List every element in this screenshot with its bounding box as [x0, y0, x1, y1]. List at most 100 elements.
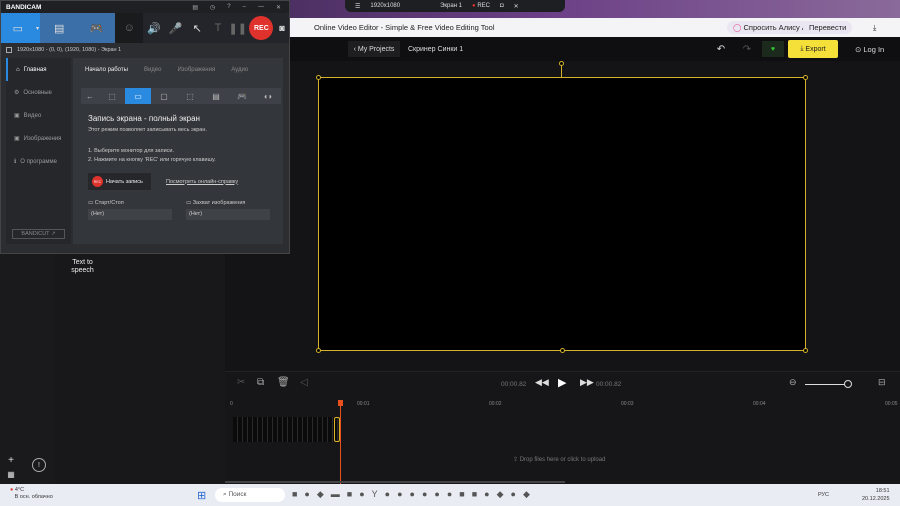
- address-bar[interactable]: Online Video Editor - Simple & Free Vide…: [290, 18, 900, 37]
- rec-button[interactable]: REC: [248, 13, 276, 43]
- translate-button[interactable]: Перевести: [803, 21, 853, 34]
- video-canvas[interactable]: [316, 75, 808, 353]
- minimize-icon[interactable]: –: [243, 4, 246, 11]
- close-icon[interactable]: ✕: [276, 4, 281, 11]
- playhead[interactable]: [340, 400, 341, 485]
- zoom-slider[interactable]: [805, 384, 847, 385]
- ruler-tick: 00:02: [489, 401, 502, 407]
- my-projects-button[interactable]: ‹ My Projects: [348, 41, 400, 57]
- tab-video[interactable]: Видео: [144, 67, 162, 73]
- ruler-tick: 00:03: [621, 401, 634, 407]
- game-mode-button[interactable]: 🎮: [77, 13, 116, 43]
- tab-images[interactable]: Изображения: [177, 67, 215, 73]
- nav-video[interactable]: ▣ Видео: [6, 104, 71, 127]
- current-time: 00:00.82: [501, 381, 527, 388]
- search-box[interactable]: ⌕ Поиск: [215, 488, 285, 502]
- back-icon[interactable]: ←: [81, 88, 99, 104]
- webcam-icon[interactable]: ☺: [115, 13, 144, 43]
- page-title: Online Video Editor - Simple & Free Vide…: [314, 23, 495, 32]
- capture-label: ▭ Захват изображения: [186, 200, 246, 206]
- undo-icon[interactable]: ↶: [714, 41, 728, 57]
- region-mode-icon[interactable]: ⬚: [99, 88, 125, 104]
- ruler-tick: 00:01: [357, 401, 370, 407]
- bandicam-logo: BANDICAM: [6, 3, 42, 11]
- target-bar[interactable]: 1920x1080 - (0, 0), (1920, 1080) - Экран…: [1, 43, 289, 57]
- online-help-link[interactable]: Посмотреть онлайн-справку: [166, 179, 238, 185]
- clock[interactable]: 18:51 20.12.2025: [862, 487, 890, 503]
- download-icon[interactable]: ⤓: [873, 23, 876, 33]
- help-icon[interactable]: !: [32, 458, 46, 472]
- speaker-icon[interactable]: 🔊: [143, 13, 165, 43]
- start-stop-label: ▭ Старт/Стоп: [88, 200, 124, 206]
- capture-hotkey[interactable]: (Нет): [186, 209, 270, 220]
- step-2: 2. Нажмите на кнопку 'REC' или горячую к…: [88, 157, 216, 163]
- bandicut-link[interactable]: BANDICUT ↗: [12, 229, 65, 239]
- rewind-icon[interactable]: ◀◀: [535, 377, 549, 388]
- split-icon[interactable]: ✂: [237, 377, 245, 388]
- language-indicator[interactable]: РУС: [818, 492, 829, 498]
- text-icon[interactable]: T: [208, 13, 228, 43]
- tab-start[interactable]: Начало работы: [85, 67, 128, 73]
- step-1: 1. Выберите монитор для записи.: [88, 148, 175, 154]
- ruler-tick: 00:04: [753, 401, 766, 407]
- audio-mode-icon[interactable]: ◖◗: [255, 88, 281, 104]
- restore-icon[interactable]: —: [258, 4, 264, 11]
- horizontal-scrollbar[interactable]: [225, 481, 565, 483]
- cursor-icon[interactable]: ↖: [186, 13, 208, 43]
- cursor-mode-icon[interactable]: ⬚: [177, 88, 203, 104]
- start-stop-hotkey[interactable]: (Нет): [88, 209, 172, 220]
- camera-icon[interactable]: ◘: [500, 3, 504, 9]
- recorder-mini-bar: ☰ 1920x1080 Экран 1 ● REC ◘ ✕: [345, 0, 565, 12]
- nav-about[interactable]: ℹ О программе: [6, 150, 71, 173]
- mic-icon[interactable]: 🎤: [165, 13, 187, 43]
- bandicam-content: Начало работы Видео Изображения Аудио ← …: [73, 58, 283, 244]
- pause-icon[interactable]: ❚❚: [228, 13, 248, 43]
- nav-home[interactable]: ⌂ Главная: [6, 58, 71, 81]
- nav-general[interactable]: ⚙ Основные: [6, 81, 71, 104]
- redo-icon[interactable]: ↷: [740, 41, 754, 57]
- ruler-tick: 0: [230, 401, 233, 407]
- duplicate-icon[interactable]: ⧉: [257, 377, 264, 388]
- add-icon[interactable]: +: [4, 455, 18, 466]
- total-time: 00:00.82: [596, 381, 622, 388]
- close-icon[interactable]: ✕: [514, 3, 519, 10]
- drop-zone[interactable]: ⇪ Drop files here or click to upload: [513, 456, 605, 463]
- mode-heading: Запись экрана - полный экран: [88, 114, 200, 123]
- screenshot-icon[interactable]: ◙: [275, 13, 289, 43]
- ruler-tick: 00:05: [885, 401, 898, 407]
- mode-description: Этот режим позволяет записывать весь экр…: [88, 127, 207, 133]
- audio-clip[interactable]: [233, 417, 338, 442]
- project-name[interactable]: Скринер Синки 1: [408, 41, 463, 57]
- delete-icon[interactable]: 🗑: [277, 377, 290, 388]
- bandicam-window: BANDICAM ▤ ◷? – — ✕ ▭ ▾ ▤ 🎮 ☺ 🔊 🎤 ↖ T ❚❚ REC…: [0, 0, 290, 254]
- login-button[interactable]: ⊙ Log In: [855, 41, 884, 57]
- game-mode-icon[interactable]: 🎮: [229, 88, 255, 104]
- rec-indicator[interactable]: ● REC: [472, 3, 490, 9]
- screen-mode-button[interactable]: ▭: [1, 13, 35, 43]
- fullscreen-mode-icon[interactable]: ▭: [125, 88, 151, 104]
- mute-icon[interactable]: ◁: [300, 377, 308, 388]
- forward-icon[interactable]: ▶▶: [580, 377, 594, 388]
- weather-widget[interactable]: ● 4°C В осн. облачно: [10, 487, 53, 501]
- play-icon[interactable]: ▶: [558, 376, 566, 389]
- ask-alice-button[interactable]: ◯ Спросить Алису AI: [727, 21, 815, 34]
- start-recording-button[interactable]: REC Начать запись: [88, 173, 151, 190]
- pinned-apps[interactable]: ■●◆▬■●Y●●●●●●■■●◆●◆: [292, 489, 537, 500]
- zoom-out-icon[interactable]: ⊖: [789, 377, 797, 388]
- start-icon[interactable]: ⊞: [197, 489, 206, 502]
- device-mode-button[interactable]: ▤: [40, 13, 78, 43]
- clock-icon[interactable]: ◷: [210, 4, 215, 11]
- help-icon[interactable]: ?: [227, 4, 230, 11]
- window-mode-icon[interactable]: ▢: [151, 88, 177, 104]
- text-to-speech-item[interactable]: Text to speech: [55, 259, 110, 275]
- menu-icon[interactable]: ☰: [355, 3, 360, 10]
- export-button[interactable]: ⤓ Export: [788, 40, 838, 58]
- nav-images[interactable]: ▣ Изображения: [6, 127, 71, 150]
- grid-icon[interactable]: ▦: [4, 470, 18, 479]
- shield-icon[interactable]: ♥: [762, 41, 784, 57]
- device-mode-icon[interactable]: ▤: [203, 88, 229, 104]
- tab-audio[interactable]: Аудио: [231, 67, 248, 73]
- zoom-slider-thumb[interactable]: [844, 380, 852, 388]
- fit-icon[interactable]: ⊟: [878, 377, 886, 388]
- folder-icon[interactable]: ▤: [192, 4, 198, 11]
